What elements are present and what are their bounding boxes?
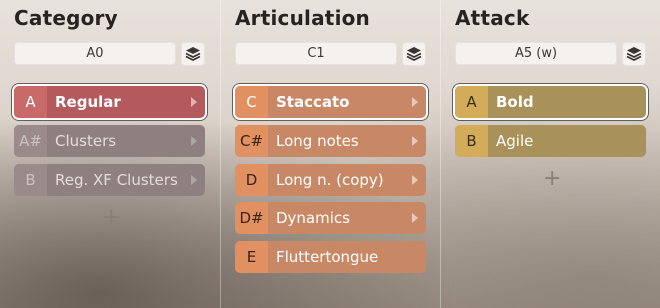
slot-label: Agile — [496, 132, 534, 150]
slot-key: B — [14, 164, 47, 196]
attack-column: Attack A5 (w) A Bold B Agile + — [440, 0, 660, 308]
category-column: Category A0 A Regular A# Clusters B Reg.… — [0, 0, 220, 308]
articulation-column: Articulation C1 C Staccato C# Long notes… — [220, 0, 441, 308]
articulation-item-staccato[interactable]: C Staccato — [235, 86, 426, 118]
articulation-item-long-notes[interactable]: C# Long notes — [235, 125, 426, 157]
slot-label: Dynamics — [276, 209, 350, 227]
articulation-item-fluttertongue[interactable]: E Fluttertongue — [235, 241, 426, 273]
attack-title: Attack — [455, 6, 530, 30]
chevron-right-icon — [412, 97, 418, 107]
category-stack-button[interactable] — [181, 42, 205, 66]
slot-key: D — [235, 164, 268, 196]
plus-icon[interactable]: + — [543, 168, 561, 190]
attack-key-field[interactable]: A5 (w) — [455, 42, 617, 65]
articulation-key-field[interactable]: C1 — [235, 42, 397, 65]
chevron-right-icon — [412, 175, 418, 185]
articulation-item-dynamics[interactable]: D# Dynamics — [235, 202, 426, 234]
chevron-right-icon — [191, 97, 197, 107]
slot-label: Reg. XF Clusters — [55, 171, 178, 189]
slot-key: A# — [14, 125, 47, 157]
slot-key: A — [455, 86, 488, 118]
slot-key: D# — [235, 202, 268, 234]
category-item-regular[interactable]: A Regular — [14, 86, 205, 118]
slot-label: Long n. (copy) — [276, 171, 384, 189]
slot-key: A — [14, 86, 47, 118]
articulation-title: Articulation — [235, 6, 370, 30]
slot-label: Fluttertongue — [276, 248, 379, 266]
category-title: Category — [14, 6, 118, 30]
slot-label: Clusters — [55, 132, 117, 150]
chevron-right-icon — [412, 136, 418, 146]
slot-label: Regular — [55, 93, 121, 111]
attack-item-agile[interactable]: B Agile — [455, 125, 646, 157]
attack-item-bold[interactable]: A Bold — [455, 86, 646, 118]
slot-key: B — [455, 125, 488, 157]
layers-icon — [626, 47, 642, 62]
category-item-clusters[interactable]: A# Clusters — [14, 125, 205, 157]
layers-icon — [185, 47, 201, 62]
chevron-right-icon — [191, 136, 197, 146]
plus-icon[interactable]: + — [102, 207, 120, 229]
slot-key: C# — [235, 125, 268, 157]
articulation-item-long-notes-copy[interactable]: D Long n. (copy) — [235, 164, 426, 196]
slot-label: Long notes — [276, 132, 359, 150]
category-item-reg-xf-clusters[interactable]: B Reg. XF Clusters — [14, 164, 205, 196]
articulation-stack-button[interactable] — [402, 42, 426, 66]
chevron-right-icon — [412, 213, 418, 223]
slot-label: Staccato — [276, 93, 350, 111]
slot-key: C — [235, 86, 268, 118]
attack-stack-button[interactable] — [622, 42, 646, 66]
layers-icon — [406, 47, 422, 62]
plus-icon[interactable]: + — [323, 284, 341, 306]
slot-label: Bold — [496, 93, 534, 111]
chevron-right-icon — [191, 175, 197, 185]
category-key-field[interactable]: A0 — [14, 42, 176, 65]
slot-key: E — [235, 241, 268, 273]
